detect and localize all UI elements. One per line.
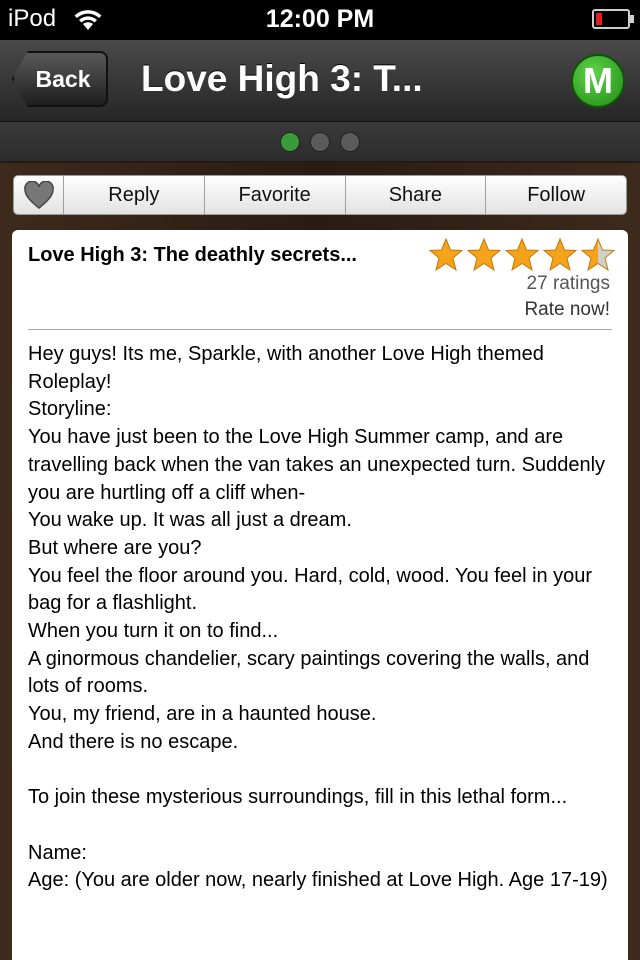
page-dot-1[interactable] — [280, 132, 300, 152]
status-bar: iPod 12:00 PM — [0, 0, 640, 40]
page-dot-2[interactable] — [310, 132, 330, 152]
rate-now-link[interactable]: Rate now! — [524, 299, 610, 321]
page-indicator — [0, 122, 640, 162]
post-line: You have just been to the Love High Summ… — [28, 426, 606, 504]
post-line: But where are you? — [28, 536, 202, 559]
post-line: When you turn it on to find... — [28, 620, 279, 643]
battery-icon — [592, 9, 634, 29]
post-line: And there is no escape. — [28, 730, 239, 753]
share-button[interactable]: Share — [346, 176, 487, 214]
back-button[interactable]: Back — [12, 51, 108, 107]
post-title: Love High 3: The deathly secrets... — [28, 244, 357, 266]
post-line: Age: (You are older now, nearly finished… — [28, 869, 608, 892]
star-icon — [504, 237, 540, 272]
post-body: Hey guys! Its me, Sparkle, with another … — [28, 341, 620, 895]
post-card: Love High 3: The deathly secrets... 27 r… — [12, 230, 628, 960]
post-line: To join these mysterious surroundings, f… — [28, 786, 568, 809]
post-line — [28, 812, 620, 840]
post-line: You wake up. It was all just a dream. — [28, 509, 352, 532]
follow-button[interactable]: Follow — [486, 176, 626, 214]
page-dot-3[interactable] — [340, 132, 360, 152]
star-icon — [580, 237, 616, 272]
star-icon — [466, 237, 502, 272]
page-title: Love High 3: T... — [141, 58, 423, 99]
action-toolbar: Reply Favorite Share Follow — [13, 175, 627, 215]
rating-count: 27 ratings — [526, 273, 610, 294]
post-line: Name: — [28, 841, 87, 864]
like-button[interactable] — [14, 176, 64, 214]
heart-icon — [23, 181, 54, 209]
post-line: Storyline: — [28, 398, 112, 421]
post-line: Hey guys! Its me, Sparkle, with another … — [28, 343, 544, 393]
post-line: You, my friend, are in a haunted house. — [28, 703, 377, 726]
star-icon — [542, 237, 578, 272]
post-line — [28, 757, 620, 785]
post-line: A ginormous chandelier, scary paintings … — [28, 647, 590, 698]
reply-button[interactable]: Reply — [64, 176, 205, 214]
divider — [28, 329, 612, 330]
favorite-button[interactable]: Favorite — [205, 176, 346, 214]
post-line: You feel the floor around you. Hard, col… — [28, 564, 593, 615]
star-icon — [428, 237, 464, 272]
navigation-bar: Back Love High 3: T... M — [0, 40, 640, 122]
rating-stars[interactable] — [428, 237, 616, 273]
app-logo-icon[interactable]: M — [571, 54, 625, 108]
status-time: 12:00 PM — [265, 5, 375, 33]
